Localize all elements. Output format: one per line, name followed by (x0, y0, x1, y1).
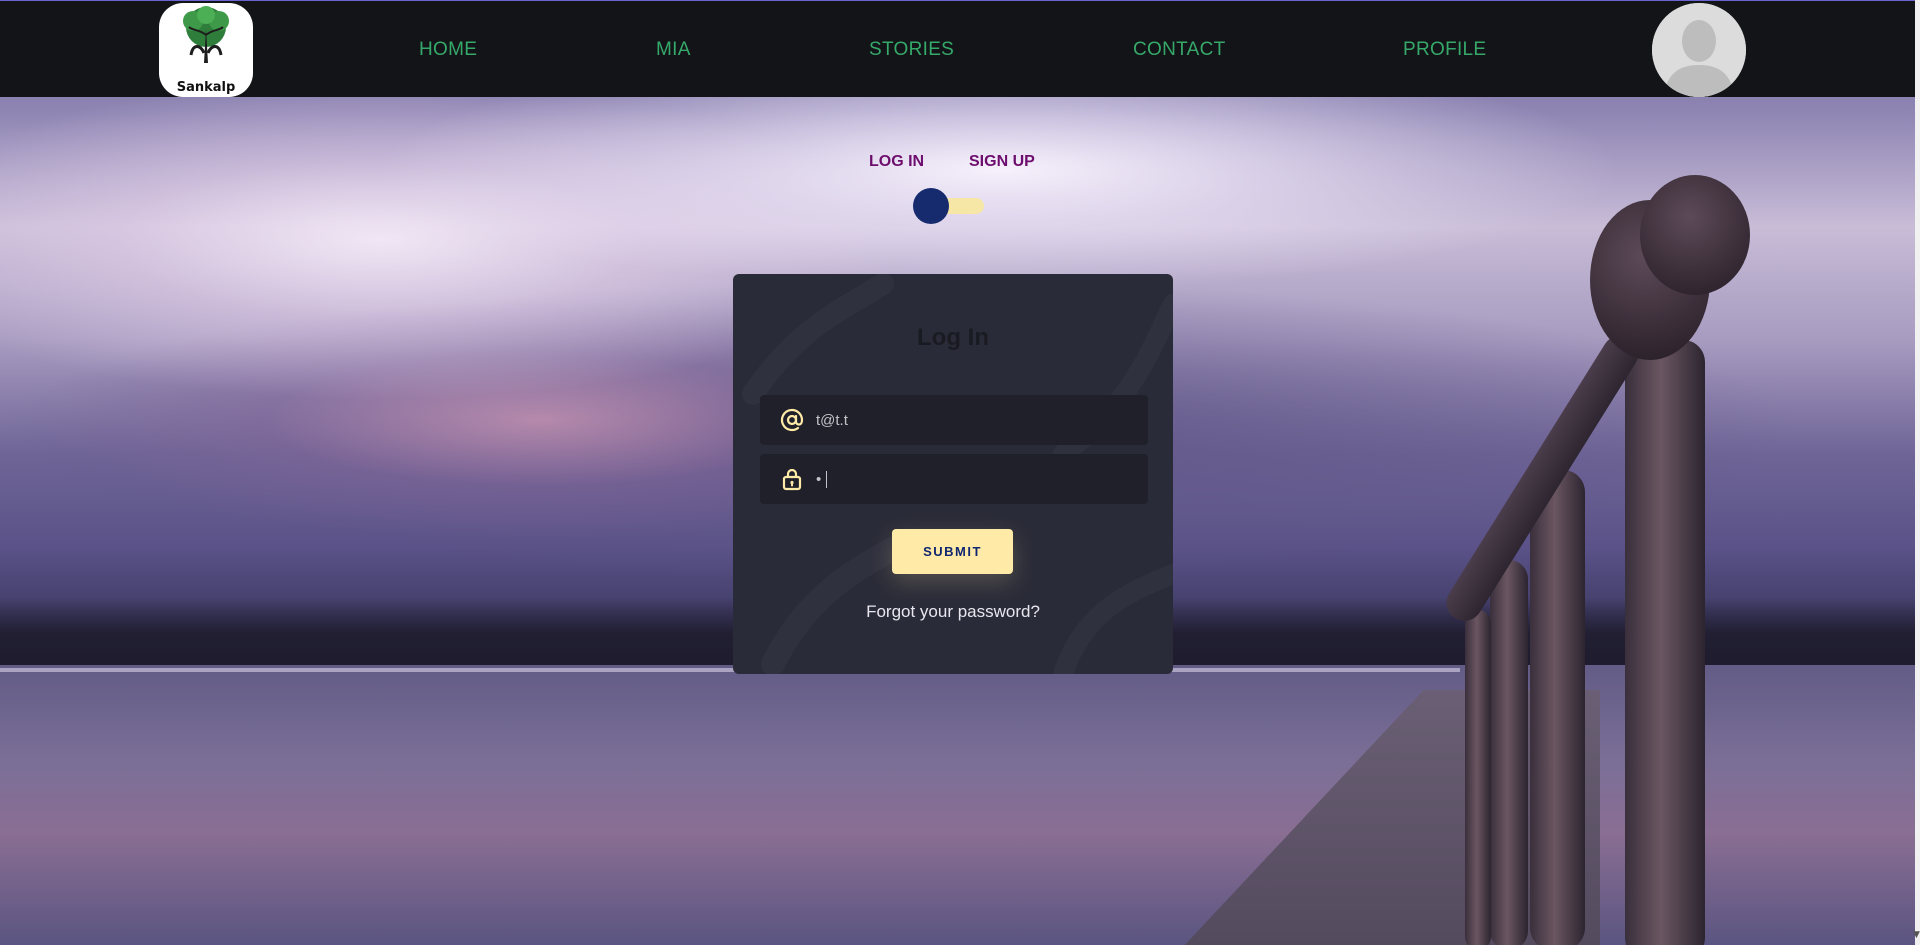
password-field (760, 454, 1148, 504)
nav-home[interactable]: HOME (419, 39, 477, 61)
email-field (760, 395, 1148, 445)
email-input[interactable] (816, 395, 1136, 445)
railing-post (1530, 470, 1585, 945)
nav-contact[interactable]: CONTACT (1133, 39, 1226, 61)
text-caret (826, 471, 827, 488)
default-avatar-icon (1652, 3, 1746, 97)
at-sign-icon (780, 408, 804, 432)
nav-profile[interactable]: PROFILE (1403, 39, 1486, 61)
railing-post (1465, 610, 1491, 945)
railing-post (1625, 340, 1705, 945)
top-navbar: Sankalp HOME MIA STORIES CONTACT PROFILE (0, 0, 1915, 97)
login-card: Log In SUBMIT Forgot your password? (733, 274, 1173, 674)
page-scrollbar[interactable] (1915, 0, 1920, 945)
login-title: Log In (917, 324, 989, 351)
lock-icon (782, 468, 802, 491)
logo-text: Sankalp (176, 80, 236, 95)
password-input[interactable] (816, 454, 1136, 504)
sankalp-logo[interactable]: Sankalp (159, 3, 253, 97)
forgot-password-link[interactable]: Forgot your password? (733, 602, 1173, 622)
background-shoreline (0, 668, 1460, 672)
railing-post (1490, 560, 1528, 945)
scroll-down-arrow-icon[interactable]: ▼ (1913, 930, 1920, 942)
railing-knob (1640, 175, 1750, 295)
auth-toggle-knob[interactable] (913, 188, 949, 224)
nav-stories[interactable]: STORIES (869, 39, 954, 61)
submit-button[interactable]: SUBMIT (892, 529, 1013, 574)
nav-mia[interactable]: MIA (656, 39, 691, 61)
login-tab-label[interactable]: LOG IN (869, 153, 924, 171)
signup-tab-label[interactable]: SIGN UP (969, 153, 1035, 171)
profile-avatar[interactable] (1652, 3, 1746, 97)
tree-logo-icon (183, 6, 229, 63)
